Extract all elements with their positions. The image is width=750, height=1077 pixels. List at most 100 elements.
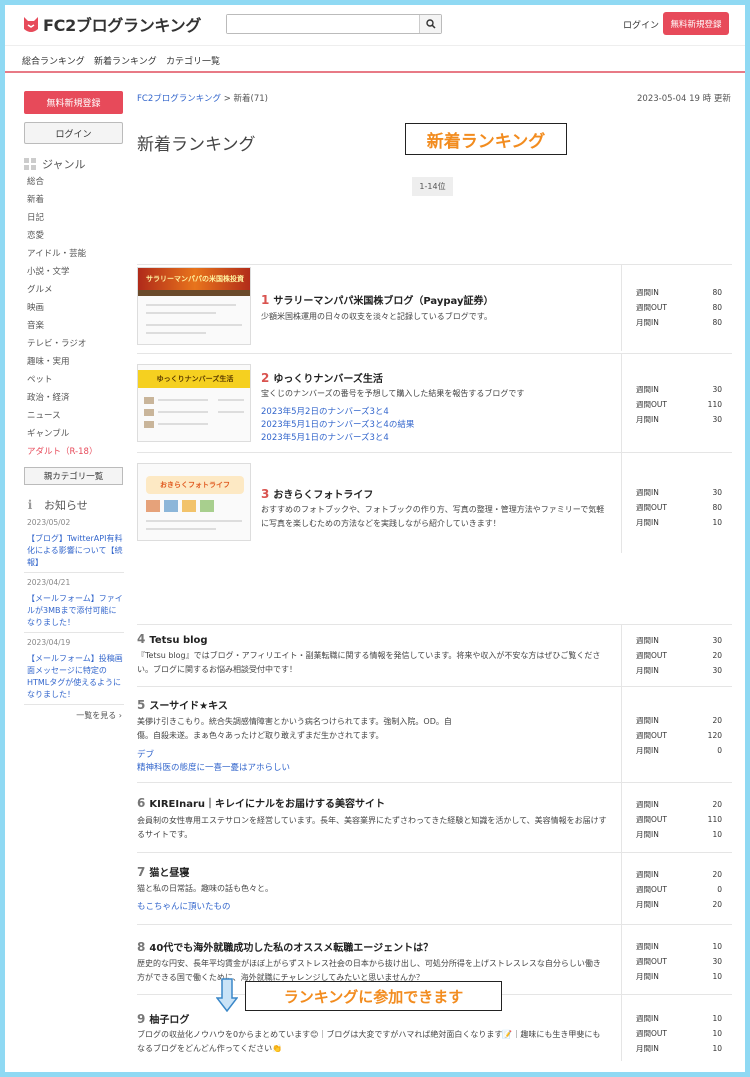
signup-button-sidebar[interactable]: 無料新規登録	[24, 91, 123, 114]
stat-label: 月間IN	[636, 900, 659, 909]
genre-item[interactable]: ギャンブル	[24, 425, 124, 443]
blog-title-text: おきらくフォトライフ	[273, 490, 374, 501]
stat-value: 10	[712, 942, 722, 951]
blog-title[interactable]: 9 柚子ログ	[137, 1011, 189, 1026]
news-more-link[interactable]: 一覧を見る ›	[24, 710, 124, 721]
genre-item[interactable]: 日記	[24, 209, 124, 227]
stat-value: 20	[712, 800, 722, 809]
signup-button-header[interactable]: 無料新規登録	[663, 12, 729, 35]
genre-item[interactable]: 小説・文学	[24, 263, 124, 281]
recent-post-link[interactable]: 2023年5月2日のナンバーズ3と4	[261, 406, 414, 419]
blog-description: 少額米国株運用の日々の収支を淡々と記録しているブログです。	[261, 312, 492, 321]
stat-label: 週間OUT	[636, 303, 667, 312]
recent-post-link[interactable]: 精神科医の態度に一喜一憂はアホらしい	[137, 762, 290, 775]
blog-title-text: Tetsu blog	[149, 635, 208, 646]
blog-description: おすすめのフォトブックや、フォトブックの作り方、写真の整理・管理方法やファミリー…	[261, 505, 605, 528]
genre-item[interactable]: 政治・経済	[24, 389, 124, 407]
news-heading-label: お知らせ	[44, 499, 88, 512]
recent-posts: もこちゃんに頂いたもの	[137, 901, 231, 914]
blog-stats: 週間IN 20 週間OUT 0 月間IN 20	[621, 853, 732, 925]
rank-number: 9	[137, 1012, 146, 1026]
breadcrumb: FC2ブログランキング > 新着(71)	[137, 92, 268, 104]
news-date: 2023/04/19	[27, 638, 71, 647]
breadcrumb-root[interactable]: FC2ブログランキング	[137, 94, 221, 104]
stat-value: 30	[712, 666, 722, 675]
stat-value: 30	[712, 636, 722, 645]
search-button[interactable]	[419, 15, 441, 33]
genre-item[interactable]: テレビ・ラジオ	[24, 335, 124, 353]
breadcrumb-current: > 新着(71)	[223, 94, 268, 104]
stat-value: 20	[712, 900, 722, 909]
stat-value: 10	[712, 972, 722, 981]
stat-value: 10	[712, 830, 722, 839]
genre-item[interactable]: ニュース	[24, 407, 124, 425]
stat-value: 110	[707, 400, 722, 409]
recent-post-link[interactable]: もこちゃんに頂いたもの	[137, 901, 231, 914]
blog-thumbnail[interactable]: サラリーマンパパの米国株投資	[137, 267, 251, 345]
stat-label: 週間IN	[636, 942, 659, 951]
rank-number: 5	[137, 698, 146, 712]
genre-item-adult[interactable]: アダルト（R-18）	[24, 443, 124, 461]
stat-label: 週間IN	[636, 636, 659, 645]
recent-post-link[interactable]: 2023年5月1日のナンバーズ3と4の結果	[261, 419, 414, 432]
genre-item[interactable]: グルメ	[24, 281, 124, 299]
category-list-button[interactable]: 親カテゴリ一覧	[24, 467, 123, 485]
genre-item[interactable]: 恋愛	[24, 227, 124, 245]
genre-heading: ジャンル	[24, 156, 124, 172]
blog-stats: 週間IN 20 週間OUT 120 月間IN 0	[621, 687, 732, 783]
info-icon: i	[27, 498, 33, 512]
news-link[interactable]: 【メールフォーム】投稿画面メッセージに特定のHTMLタグが使えるようになりました…	[27, 653, 124, 701]
blog-title[interactable]: 8 40代でも海外就職成功した私のオススメ転職エージェントは？	[137, 939, 433, 954]
rank-number: 4	[137, 632, 146, 646]
pager-range[interactable]: 1-14位	[412, 177, 453, 196]
fc2-logo[interactable]: FC2ブログランキング	[22, 11, 201, 37]
login-link[interactable]: ログイン	[623, 18, 659, 31]
blog-title[interactable]: 7 猫と昼寝	[137, 864, 189, 879]
genre-item[interactable]: ペット	[24, 371, 124, 389]
genre-item[interactable]: 総合	[24, 173, 124, 191]
blog-title[interactable]: 3 おきらくフォトライフ	[261, 486, 373, 501]
stat-label: 週間OUT	[636, 400, 667, 409]
genre-item[interactable]: 映画	[24, 299, 124, 317]
stat-label: 週間OUT	[636, 651, 667, 660]
blog-title[interactable]: 5 スーサイド★キス	[137, 697, 228, 712]
news-link[interactable]: 【メールフォーム】ファイルが3MBまで添付可能になりました！	[27, 593, 124, 629]
genre-item[interactable]: 新着	[24, 191, 124, 209]
sidebar: 無料新規登録 ログイン ジャンル 総合 新着 日記 恋愛 アイドル・芸能 小説・…	[24, 91, 124, 721]
genre-item[interactable]: アイドル・芸能	[24, 245, 124, 263]
blog-title[interactable]: 1 サラリーマンパパ米国株ブログ（Paypay証券）	[261, 292, 494, 307]
login-button-sidebar[interactable]: ログイン	[24, 122, 123, 144]
stat-value: 20	[712, 716, 722, 725]
rank-number: 6	[137, 796, 146, 810]
genre-item[interactable]: 音楽	[24, 317, 124, 335]
blog-thumbnail[interactable]: ゆっくりナンバーズ生活	[137, 364, 251, 442]
blog-stats: 週間IN 30 週間OUT 20 月間IN 30	[621, 625, 732, 687]
recent-post-link[interactable]: 2023年5月1日のナンバーズ3と4	[261, 432, 414, 445]
blog-description: 会員制の女性専用エステサロンを経営しています。長年、美容業界にたずさわってきた経…	[137, 816, 607, 839]
nav-category-list[interactable]: カテゴリ一覧	[166, 54, 220, 67]
rank-number: 2	[261, 371, 270, 385]
stat-label: 週間IN	[636, 870, 659, 879]
recent-post-link[interactable]: デブ	[137, 749, 290, 762]
news-link[interactable]: 【ブログ】TwitterAPI有料化による影響について【続報】	[27, 533, 124, 569]
blog-title-text: 猫と昼寝	[149, 868, 190, 879]
blog-description: 宝くじのナンバーズの番号を予想して購入した結果を報告するブログです	[261, 389, 525, 398]
blog-title[interactable]: 2 ゆっくりナンバーズ生活	[261, 370, 383, 385]
updated-timestamp: 2023-05-04 19 時 更新	[637, 94, 731, 104]
blog-title-text: ゆっくりナンバーズ生活	[273, 374, 383, 385]
ranking-item-2: ゆっくりナンバーズ生活 2 ゆっくりナンバーズ生活 宝くじのナンバーズの番号を予想…	[137, 353, 732, 453]
blog-title[interactable]: 6 KIREInaru｜キレイにナルをお届けする美容サイト	[137, 795, 385, 810]
nav-new-ranking[interactable]: 新着ランキング	[94, 54, 157, 67]
blog-description: ブログの収益化ノウハウを0からまとめています😊｜ブログは大変ですがハマれば絶対面…	[137, 1030, 601, 1053]
blog-title[interactable]: 4 Tetsu blog	[137, 632, 208, 646]
blog-title-text: スーサイド★キス	[149, 701, 228, 712]
stat-value: 10	[712, 1014, 722, 1023]
stat-value: 20	[712, 870, 722, 879]
search-input[interactable]	[227, 15, 419, 33]
stat-label: 週間IN	[636, 1014, 659, 1023]
nav-overall-ranking[interactable]: 総合ランキング	[22, 54, 85, 67]
blog-thumbnail[interactable]: おきらくフォトライフ	[137, 463, 251, 541]
news-heading: i お知らせ	[24, 497, 124, 513]
genre-item[interactable]: 趣味・実用	[24, 353, 124, 371]
blog-stats: 週間IN 80 週間OUT 80 月間IN 80	[621, 265, 732, 351]
